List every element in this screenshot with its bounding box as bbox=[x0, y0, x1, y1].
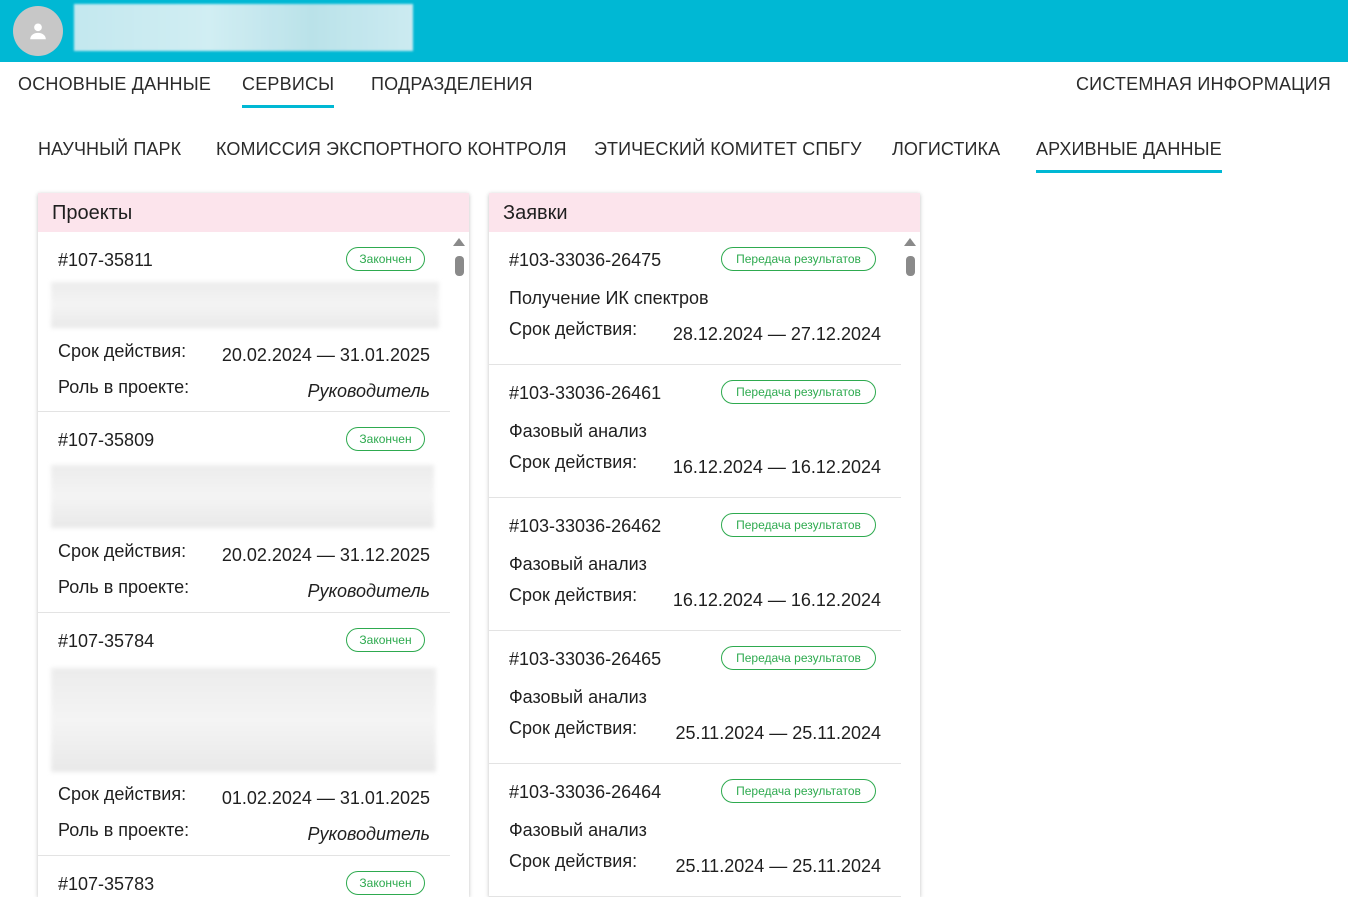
role-label: Роль в проекте: bbox=[58, 820, 190, 840]
scrollbar-thumb[interactable] bbox=[455, 256, 464, 276]
request-card[interactable]: #103-33036-26462 Передача результатов Фа… bbox=[489, 498, 901, 631]
request-description: Получение ИК спектров bbox=[509, 288, 709, 308]
requests-list[interactable]: #103-33036-26475 Передача результатов По… bbox=[489, 232, 920, 897]
term-label: Срок действия: bbox=[509, 319, 638, 339]
term-label: Срок действия: bbox=[509, 452, 638, 472]
term-value: 01.02.2024 — 31.01.2025 bbox=[221, 788, 430, 808]
tab-science-park[interactable]: НАУЧНЫЙ ПАРК bbox=[38, 139, 181, 170]
term-label: Срок действия: bbox=[509, 585, 638, 605]
project-card[interactable]: #107-35811 Закончен Срок действия: 20.02… bbox=[38, 232, 450, 412]
status-badge: Закончен bbox=[346, 427, 425, 451]
status-badge: Закончен bbox=[346, 871, 425, 895]
request-card[interactable]: #103-33036-26475 Передача результатов По… bbox=[489, 232, 901, 365]
term-value: 20.02.2024 — 31.12.2025 bbox=[221, 545, 430, 565]
term-label: Срок действия: bbox=[58, 784, 187, 804]
role-label: Роль в проекте: bbox=[58, 377, 190, 397]
term-label: Срок действия: bbox=[509, 851, 638, 871]
request-id: #103-33036-26475 bbox=[509, 250, 662, 270]
scroll-up-arrow-icon[interactable] bbox=[904, 238, 916, 246]
request-description: Фазовый анализ bbox=[509, 554, 647, 574]
project-id: #107-35783 bbox=[58, 874, 155, 894]
term-value: 25.11.2024 — 25.11.2024 bbox=[675, 856, 881, 876]
tab-departments[interactable]: ПОДРАЗДЕЛЕНИЯ bbox=[371, 74, 533, 105]
role-label: Роль в проекте: bbox=[58, 577, 190, 597]
top-bar bbox=[0, 0, 1348, 62]
term-value: 16.12.2024 — 16.12.2024 bbox=[672, 457, 881, 477]
tab-archive-data[interactable]: АРХИВНЫЕ ДАННЫЕ bbox=[1036, 139, 1222, 173]
tab-services[interactable]: СЕРВИСЫ bbox=[242, 74, 335, 108]
request-description: Фазовый анализ bbox=[509, 820, 647, 840]
term-label: Срок действия: bbox=[58, 341, 187, 361]
status-badge: Закончен bbox=[346, 628, 425, 652]
request-id: #103-33036-26465 bbox=[509, 649, 662, 669]
status-badge: Закончен bbox=[346, 247, 425, 271]
tab-logistics[interactable]: ЛОГИСТИКА bbox=[892, 139, 1000, 170]
status-badge: Передача результатов bbox=[721, 513, 876, 537]
request-card[interactable]: #103-33036-26461 Передача результатов Фа… bbox=[489, 365, 901, 498]
request-card[interactable]: #103-33036-26464 Передача результатов Фа… bbox=[489, 764, 901, 897]
status-badge: Передача результатов bbox=[721, 779, 876, 803]
person-icon bbox=[30, 23, 46, 40]
request-description: Фазовый анализ bbox=[509, 421, 647, 441]
requests-panel: Заявки #103-33036-26475 Передача результ… bbox=[489, 193, 920, 897]
tab-export-control[interactable]: КОМИССИЯ ЭКСПОРТНОГО КОНТРОЛЯ bbox=[216, 139, 567, 170]
projects-panel: Проекты #107-35811 Закончен Срок действи… bbox=[38, 193, 469, 897]
project-card[interactable]: #107-35809 Закончен Срок действия: 20.02… bbox=[38, 412, 450, 613]
term-value: 16.12.2024 — 16.12.2024 bbox=[672, 590, 881, 610]
request-id: #103-33036-26464 bbox=[509, 782, 662, 802]
request-id: #103-33036-26462 bbox=[509, 516, 662, 536]
scroll-up-arrow-icon[interactable] bbox=[453, 238, 465, 246]
main-tabs: ОСНОВНЫЕ ДАННЫЕ СЕРВИСЫ ПОДРАЗДЕЛЕНИЯ СИ… bbox=[0, 62, 1348, 110]
project-id: #107-35784 bbox=[58, 631, 155, 651]
request-card[interactable]: #103-33036-26465 Передача результатов Фа… bbox=[489, 631, 901, 764]
term-value: 25.11.2024 — 25.11.2024 bbox=[675, 723, 881, 743]
request-description: Фазовый анализ bbox=[509, 687, 647, 707]
project-id: #107-35809 bbox=[58, 430, 155, 450]
scrollbar-thumb[interactable] bbox=[906, 256, 915, 276]
role-value: Руководитель bbox=[307, 581, 430, 601]
projects-list[interactable]: #107-35811 Закончен Срок действия: 20.02… bbox=[38, 232, 469, 897]
avatar[interactable] bbox=[13, 6, 63, 56]
status-badge: Передача результатов bbox=[721, 646, 876, 670]
project-id: #107-35811 bbox=[58, 250, 153, 270]
project-title-redacted bbox=[51, 668, 436, 772]
status-badge: Передача результатов bbox=[721, 247, 876, 271]
user-name-redacted bbox=[74, 4, 413, 51]
project-title-redacted bbox=[51, 282, 439, 328]
tab-system-info[interactable]: СИСТЕМНАЯ ИНФОРМАЦИЯ bbox=[1076, 74, 1331, 105]
tab-basic-data[interactable]: ОСНОВНЫЕ ДАННЫЕ bbox=[18, 74, 211, 105]
term-label: Срок действия: bbox=[58, 541, 187, 561]
project-card[interactable]: #107-35783 Закончен bbox=[38, 856, 450, 897]
tab-ethics-committee[interactable]: ЭТИЧЕСКИЙ КОМИТЕТ СПБГУ bbox=[594, 139, 862, 170]
service-tabs: НАУЧНЫЙ ПАРК КОМИССИЯ ЭКСПОРТНОГО КОНТРО… bbox=[0, 128, 1348, 176]
projects-panel-title: Проекты bbox=[38, 193, 469, 232]
term-value: 20.02.2024 — 31.01.2025 bbox=[221, 345, 430, 365]
role-value: Руководитель bbox=[307, 824, 430, 844]
project-card[interactable]: #107-35784 Закончен Срок действия: 01.02… bbox=[38, 613, 450, 856]
role-value: Руководитель bbox=[307, 381, 430, 401]
status-badge: Передача результатов bbox=[721, 380, 876, 404]
term-value: 28.12.2024 — 27.12.2024 bbox=[672, 324, 881, 344]
project-title-redacted bbox=[51, 465, 434, 528]
request-id: #103-33036-26461 bbox=[509, 383, 662, 403]
term-label: Срок действия: bbox=[509, 718, 638, 738]
requests-panel-title: Заявки bbox=[489, 193, 920, 232]
